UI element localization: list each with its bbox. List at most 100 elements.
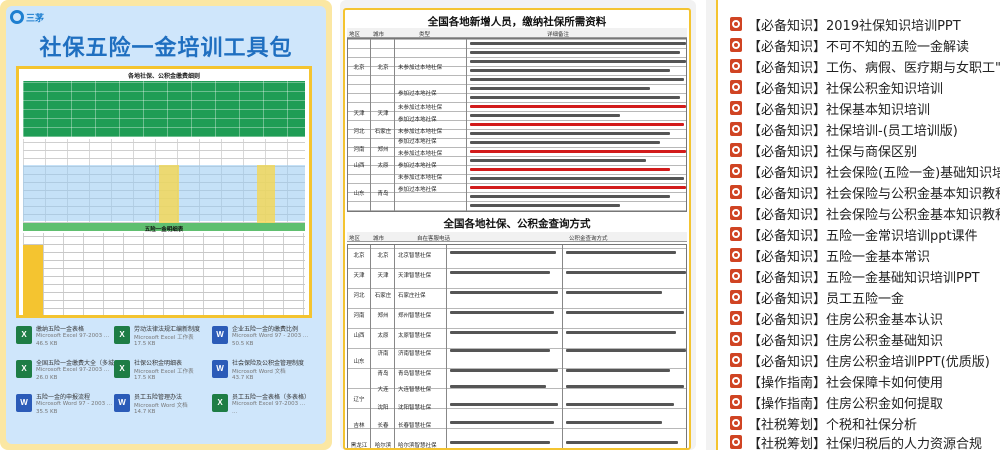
toolkit-cover-panel: 三茅 社保五险一金培训工具包 各地社保、公积金缴费细则 五险一金明细表 X 缴纳… (0, 0, 332, 450)
list-item[interactable]: 【社税筹划】社保归税后的人力资源合规 (730, 432, 1000, 450)
file-item[interactable]: X 缴纳五险一金表格 Microsoft Excel 97-2003 ... 4… (16, 324, 116, 356)
list-item-label: 【社税筹划】个税和社保分析 (748, 418, 918, 433)
list-item[interactable]: 【必备知识】住房公积金培训PPT(优质版) (730, 350, 1000, 370)
text-line (566, 311, 684, 314)
text-line (450, 441, 550, 444)
text-line-red (470, 168, 670, 171)
table2-city: 沈阳 (377, 405, 389, 411)
excel-file-icon: X (16, 360, 32, 378)
list-item[interactable]: 【必备知识】2019社保知识培训PPT (730, 14, 1000, 34)
ppt-file-icon (730, 311, 742, 325)
list-item[interactable]: 【社税筹划】个税和社保分析 (730, 413, 1000, 433)
list-item[interactable]: 【必备知识】社保公积金知识培训 (730, 77, 1000, 97)
text-line-red (470, 150, 686, 153)
list-item[interactable]: 【操作指南】住房公积金如何提取 (730, 392, 1000, 412)
spreadsheet-header-grid (23, 81, 305, 137)
file-size: 17.5 KB (134, 341, 156, 347)
table2-region: 山西 (353, 333, 365, 339)
table2-service: 郑州智慧社保 (398, 313, 432, 319)
table1-region: 河南 (353, 147, 365, 153)
ppt-file-icon (730, 374, 742, 388)
list-item[interactable]: 【必备知识】五险一金常识培训ppt课件 (730, 224, 1000, 244)
list-item[interactable]: 【必备知识】不可不知的五险一金解读 (730, 35, 1000, 55)
text-line (470, 195, 670, 198)
list-item-label: 【必备知识】社会保险与公积金基本知识教程 (748, 187, 1000, 202)
text-line (450, 311, 554, 314)
list-item[interactable]: 【必备知识】五险一金基本常识 (730, 245, 1000, 265)
file-item[interactable]: W 员工五险管理办法 Microsoft Word 文档 14.7 KB (114, 392, 214, 424)
text-line (470, 69, 670, 72)
text-line (470, 141, 660, 144)
table2-service: 长春智慧社保 (398, 423, 432, 429)
screenshot-collage: 三茅 社保五险一金培训工具包 各地社保、公积金缴费细则 五险一金明细表 X 缴纳… (0, 0, 1000, 450)
table1-type: 未参加过本地社保 (398, 151, 443, 157)
table-divider (370, 39, 371, 211)
list-item[interactable]: 【必备知识】社保培训-(员工培训版) (730, 119, 1000, 139)
table2-service: 天津智慧社保 (398, 273, 432, 279)
file-item[interactable]: X 全国五险一金缴费大全（多城... Microsoft Excel 97-20… (16, 358, 116, 390)
ppt-file-icon (730, 59, 742, 73)
table1-type: 参加过本地社保 (398, 139, 437, 145)
file-item[interactable]: X 社保公积金明细表 Microsoft Excel 工作表 17.5 KB (114, 358, 214, 390)
text-line (470, 204, 620, 207)
file-name: 员工五险管理办法 (134, 394, 183, 401)
list-item[interactable]: 【必备知识】员工五险一金 (730, 287, 1000, 307)
text-line-red (470, 123, 684, 126)
table2-region: 吉林 (353, 423, 365, 429)
ppt-file-icon (730, 80, 742, 94)
table1-region: 天津 (353, 111, 365, 117)
list-item[interactable]: 【必备知识】社保基本知识培训 (730, 98, 1000, 118)
brand-logo: 三茅 (10, 6, 46, 28)
word-file-icon: W (212, 360, 228, 378)
file-size: 14.7 KB (134, 409, 156, 415)
text-line (450, 271, 550, 274)
table2-region: 山东 (353, 359, 365, 365)
list-item[interactable]: 【必备知识】住房公积金基本认识 (730, 308, 1000, 328)
table1-city: 北京 (377, 65, 389, 71)
list-item[interactable]: 【必备知识】社会保险与公积金基本知识教程 (730, 182, 1000, 202)
brand-logo-text: 三茅 (26, 14, 45, 24)
list-item[interactable]: 【必备知识】住房公积金基础知识 (730, 329, 1000, 349)
table2-col-region: 地区 (349, 236, 361, 242)
table2-region: 天津 (353, 273, 365, 279)
ppt-file-icon (730, 435, 742, 449)
ppt-file-icon (730, 17, 742, 31)
file-item[interactable]: W 五险一金的申报流程 Microsoft Word 97 - 2003 ...… (16, 392, 116, 424)
list-item-label: 【必备知识】不可不知的五险一金解读 (748, 40, 970, 55)
file-item[interactable]: X 员工五险一金表格（多表格） Microsoft Excel 97-2003 … (212, 392, 312, 424)
file-size: 46.5 KB (36, 341, 58, 347)
table2-city: 济南 (377, 351, 389, 357)
spreadsheet-subtitle: 五险一金明细表 (144, 227, 184, 233)
table1-type: 未参加过本地社保 (398, 65, 443, 71)
table1-type: 参加过本地社保 (398, 187, 437, 193)
text-line (470, 78, 684, 81)
table2-region: 河南 (353, 313, 365, 319)
text-line (566, 251, 676, 254)
table2-region: 北京 (353, 253, 365, 259)
file-name: 社保公积金明细表 (134, 360, 183, 367)
list-item[interactable]: 【必备知识】社会保险(五险一金)基础知识培训(HR入 (730, 161, 1000, 181)
word-file-icon: W (114, 394, 130, 412)
table2-col-service: 自在客服电话 (417, 236, 451, 242)
spreadsheet-title: 各地社保、公积金缴费细则 (127, 73, 200, 80)
list-item-label: 【必备知识】五险一金常识培训ppt课件 (748, 229, 978, 244)
file-item[interactable]: W 企业五险一金的缴费比例 Microsoft Word 97 - 2003 .… (212, 324, 312, 356)
file-item[interactable]: X 劳动法律法规汇编新制度 Microsoft Excel 工作表 17.5 K… (114, 324, 214, 356)
ppt-file-icon (730, 353, 742, 367)
file-item[interactable]: W 社会保险及公积金管理制度 Microsoft Word 文档 43.7 KB (212, 358, 312, 390)
file-type: Microsoft Word 97 - 2003 ... (36, 401, 113, 407)
table2-service: 太原智慧社保 (398, 333, 432, 339)
list-item[interactable]: 【必备知识】社保与商保区别 (730, 140, 1000, 160)
list-item[interactable]: 【必备知识】工伤、病假、医疗期与女职工"三期"最新 (730, 56, 1000, 76)
toolkit-title: 社保五险一金培训工具包 (39, 36, 293, 61)
list-item[interactable]: 【必备知识】社会保险与公积金基本知识教程.ppt不可 (730, 203, 1000, 223)
ppt-file-icon (730, 38, 742, 52)
list-item-label: 【必备知识】社保公积金知识培训 (748, 82, 944, 97)
table1-col-type: 类型 (419, 32, 431, 38)
list-item[interactable]: 【操作指南】社会保障卡如何使用 (730, 371, 1000, 391)
table1-city: 太原 (377, 163, 389, 169)
file-size: 50.5 KB (232, 341, 254, 347)
table-divider (446, 245, 447, 448)
ppt-file-icon (730, 332, 742, 346)
list-item[interactable]: 【必备知识】五险一金基础知识培训PPT (730, 266, 1000, 286)
